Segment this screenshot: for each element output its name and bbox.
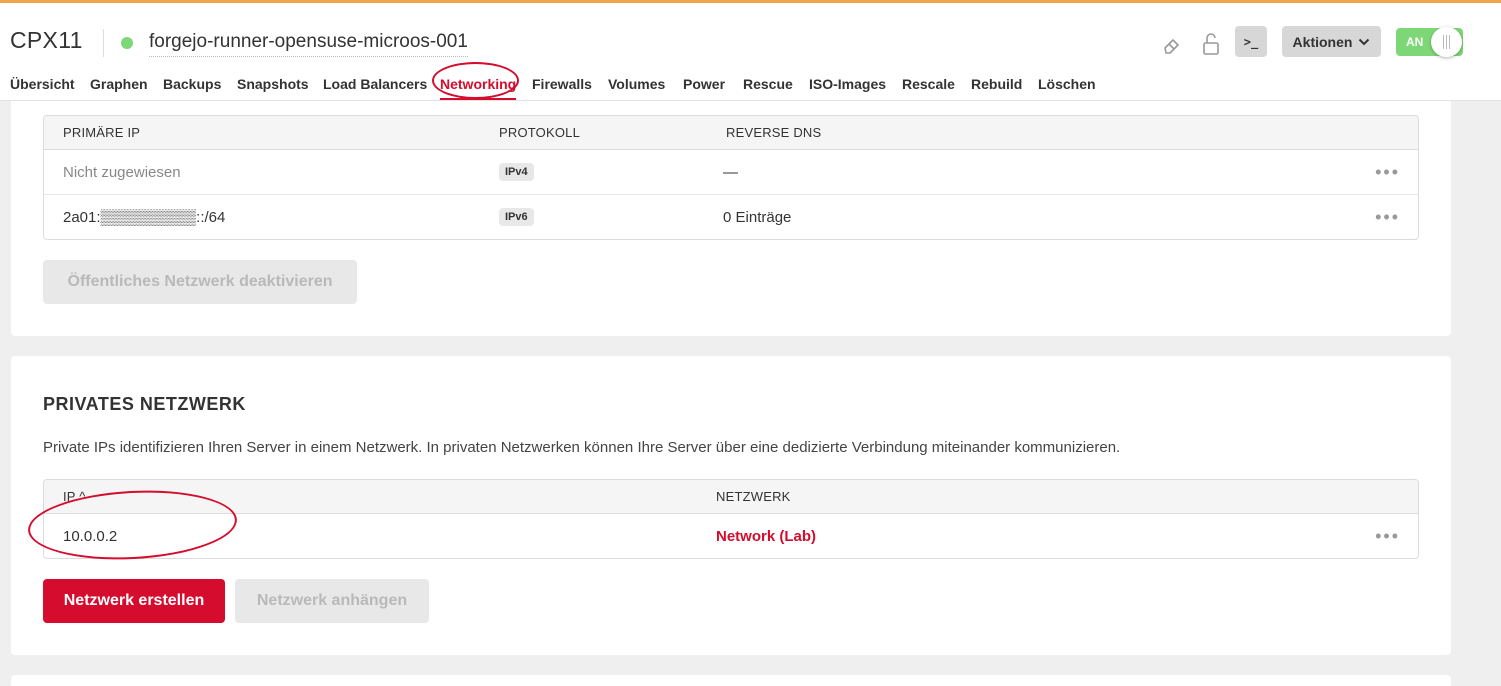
table-row: Nicht zugewiesen IPv4 — •••: [44, 150, 1418, 195]
tab-highlight-annotation: [432, 62, 519, 99]
server-header: CPX11 forgejo-runner-opensuse-microos-00…: [0, 3, 1501, 101]
tab-snapshots[interactable]: Snapshots: [237, 76, 309, 92]
table-header: PRIMÄRE IP PROTOKOLL REVERSE DNS: [44, 116, 1418, 150]
lock-icon[interactable]: [1200, 31, 1222, 57]
actions-label: Aktionen: [1292, 33, 1353, 50]
title-row: CPX11 forgejo-runner-opensuse-microos-00…: [0, 3, 1501, 61]
column-network[interactable]: NETZWERK: [716, 489, 791, 504]
private-ip-table: IP ^ NETZWERK 10.0.0.2 Network (Lab) •••: [43, 479, 1419, 559]
server-tabs: Übersicht Graphen Backups Snapshots Load…: [0, 71, 1501, 101]
create-network-button[interactable]: Netzwerk erstellen: [43, 579, 225, 623]
tab-rebuild[interactable]: Rebuild: [971, 76, 1022, 92]
section-description: Private IPs identifizieren Ihren Server …: [43, 439, 1121, 456]
tab-rescale[interactable]: Rescale: [902, 76, 955, 92]
status-indicator: [121, 37, 133, 49]
power-toggle[interactable]: AN: [1396, 27, 1463, 57]
power-label: AN: [1406, 35, 1424, 49]
toggle-knob[interactable]: [1431, 27, 1462, 57]
attach-network-button[interactable]: Netzwerk anhängen: [235, 579, 429, 623]
console-icon: >_: [1243, 34, 1259, 49]
protocol-badge: IPv4: [499, 163, 534, 181]
server-name[interactable]: forgejo-runner-opensuse-microos-001: [149, 31, 468, 57]
deactivate-public-network-button[interactable]: Öffentliches Netzwerk deaktivieren: [43, 260, 357, 304]
tab-rescue[interactable]: Rescue: [743, 76, 793, 92]
ip-cell: 2a01:▒▒▒▒▒▒▒▒▒::/64: [63, 209, 226, 226]
next-card: [11, 675, 1451, 686]
tab-firewalls[interactable]: Firewalls: [532, 76, 592, 92]
public-network-card: PRIMÄRE IP PROTOKOLL REVERSE DNS Nicht z…: [11, 101, 1451, 336]
table-header: IP ^ NETZWERK: [44, 480, 1418, 514]
tab-load-balancers[interactable]: Load Balancers: [323, 76, 427, 92]
row-menu-icon[interactable]: •••: [1375, 208, 1400, 226]
row-menu-icon[interactable]: •••: [1375, 163, 1400, 181]
tab-iso-images[interactable]: ISO-Images: [809, 76, 886, 92]
chevron-down-icon: [1359, 38, 1370, 45]
table-row: 10.0.0.2 Network (Lab) •••: [44, 514, 1418, 558]
ip-cell: Nicht zugewiesen: [63, 164, 181, 181]
rdns-cell: —: [723, 164, 738, 181]
console-button[interactable]: >_: [1235, 26, 1267, 57]
table-row: 2a01:▒▒▒▒▒▒▒▒▒::/64 IPv6 0 Einträge •••: [44, 195, 1418, 239]
protocol-badge: IPv6: [499, 208, 534, 226]
column-reverse-dns[interactable]: REVERSE DNS: [726, 125, 821, 140]
column-primary-ip[interactable]: PRIMÄRE IP: [63, 125, 140, 140]
title-divider: [103, 29, 104, 57]
eraser-icon[interactable]: [1160, 33, 1184, 57]
tab-power[interactable]: Power: [683, 76, 725, 92]
tab-backups[interactable]: Backups: [163, 76, 221, 92]
rdns-cell[interactable]: 0 Einträge: [723, 209, 791, 226]
tab-volumes[interactable]: Volumes: [608, 76, 665, 92]
section-title: PRIVATES NETZWERK: [43, 394, 246, 414]
network-link[interactable]: Network (Lab): [716, 528, 816, 545]
tab-graphen[interactable]: Graphen: [90, 76, 148, 92]
actions-dropdown[interactable]: Aktionen: [1282, 26, 1381, 57]
row-menu-icon[interactable]: •••: [1375, 527, 1400, 545]
server-type: CPX11: [10, 27, 83, 53]
tab-uebersicht[interactable]: Übersicht: [10, 76, 75, 92]
tab-loeschen[interactable]: Löschen: [1038, 76, 1096, 92]
public-ip-table: PRIMÄRE IP PROTOKOLL REVERSE DNS Nicht z…: [43, 115, 1419, 240]
column-protocol[interactable]: PROTOKOLL: [499, 125, 580, 140]
